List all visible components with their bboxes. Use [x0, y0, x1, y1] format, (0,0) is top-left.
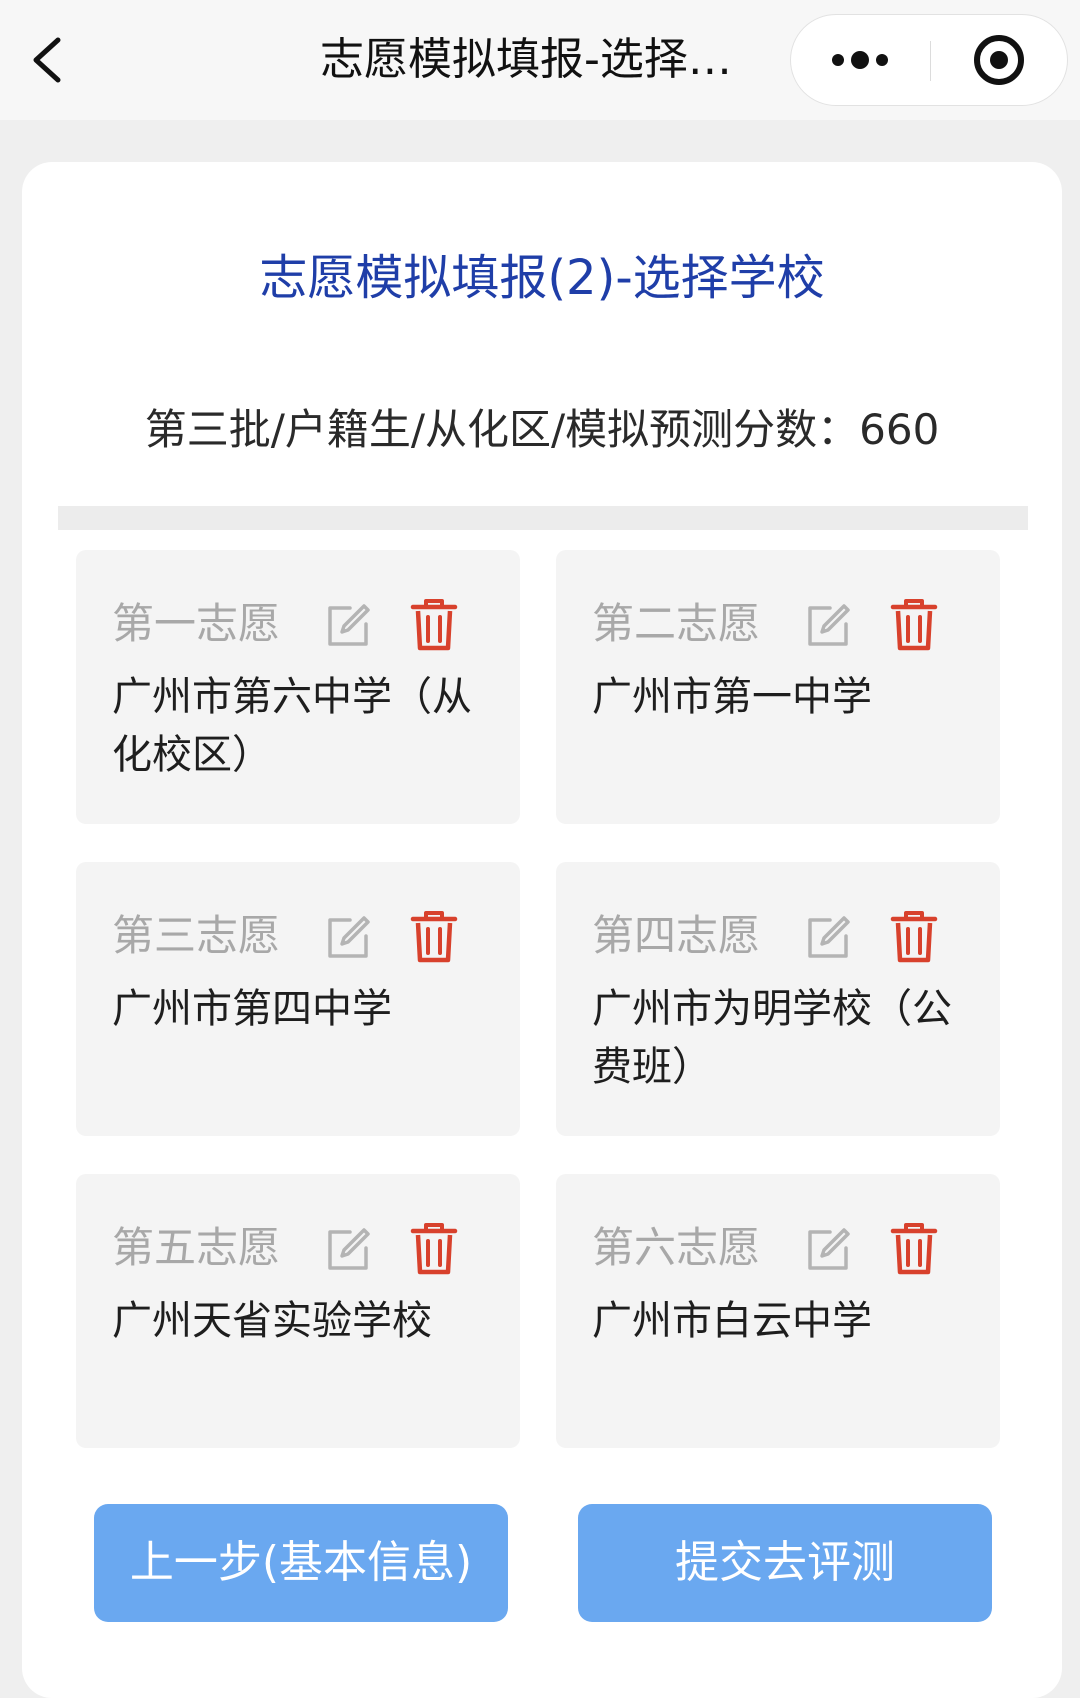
- nav-title: 志愿模拟填报-选择学校: [320, 34, 760, 85]
- school-name: 广州市第一中学: [592, 674, 872, 720]
- school-name: 广州市第四中学: [112, 986, 392, 1032]
- trash-icon: [410, 911, 458, 963]
- choice-card-2: 第二志愿 广州市第一中学: [556, 550, 1000, 824]
- school-name: 广州市第六中学（从化校区）: [112, 674, 472, 778]
- choice-header: 第一志愿: [112, 594, 512, 654]
- choice-label: 第三志愿: [112, 911, 281, 960]
- close-button[interactable]: [931, 15, 1068, 105]
- main-card: 志愿模拟填报(2)-选择学校 第三批/户籍生/从化区/模拟预测分数：660 第一…: [22, 162, 1062, 1698]
- choice-card-1: 第一志愿 广州市第六中学（从化校区）: [76, 550, 520, 824]
- delete-button[interactable]: [890, 1222, 938, 1276]
- chevron-left-icon: [33, 37, 61, 83]
- choice-label: 第六志愿: [592, 1223, 761, 1272]
- choice-header: 第三志愿: [112, 906, 512, 966]
- choice-card-5: 第五志愿 广州天省实验学校: [76, 1174, 520, 1448]
- edit-button[interactable]: [324, 1226, 372, 1274]
- school-name: 广州市为明学校（公费班）: [592, 986, 952, 1090]
- delete-button[interactable]: [890, 910, 938, 964]
- delete-button[interactable]: [410, 1222, 458, 1276]
- top-navigation-bar: 志愿模拟填报-选择学校: [0, 0, 1080, 120]
- choice-label: 第四志愿: [592, 911, 761, 960]
- edit-button[interactable]: [804, 1226, 852, 1274]
- trash-icon: [890, 1223, 938, 1275]
- edit-button[interactable]: [804, 602, 852, 650]
- trash-icon: [410, 599, 458, 651]
- edit-button[interactable]: [324, 914, 372, 962]
- edit-icon: [808, 1228, 850, 1270]
- choice-card-6: 第六志愿 广州市白云中学: [556, 1174, 1000, 1448]
- choice-header: 第五志愿: [112, 1218, 512, 1278]
- choice-label: 第二志愿: [592, 599, 761, 648]
- target-close-icon: [974, 35, 1024, 85]
- trash-icon: [890, 911, 938, 963]
- delete-button[interactable]: [410, 598, 458, 652]
- delete-button[interactable]: [890, 598, 938, 652]
- edit-button[interactable]: [324, 602, 372, 650]
- choice-header: 第四志愿: [592, 906, 992, 966]
- more-dots-icon: [832, 51, 888, 69]
- edit-icon: [808, 916, 850, 958]
- edit-icon: [328, 1228, 370, 1270]
- school-name: 广州市白云中学: [592, 1298, 872, 1344]
- edit-icon: [808, 604, 850, 646]
- choice-header: 第二志愿: [592, 594, 992, 654]
- submit-evaluate-button[interactable]: 提交去评测: [578, 1504, 992, 1622]
- more-button[interactable]: [791, 15, 930, 105]
- school-name: 广州天省实验学校: [112, 1298, 432, 1344]
- section-divider: [58, 506, 1028, 530]
- page-title: 志愿模拟填报(2)-选择学校: [259, 250, 825, 306]
- edit-button[interactable]: [804, 914, 852, 962]
- edit-icon: [328, 604, 370, 646]
- prev-step-button[interactable]: 上一步(基本信息): [94, 1504, 508, 1622]
- choice-card-4: 第四志愿 广州市为明学校（公费班）: [556, 862, 1000, 1136]
- back-button[interactable]: [22, 28, 82, 92]
- delete-button[interactable]: [410, 910, 458, 964]
- trash-icon: [890, 599, 938, 651]
- edit-icon: [328, 916, 370, 958]
- choice-header: 第六志愿: [592, 1218, 992, 1278]
- choice-label: 第五志愿: [112, 1223, 281, 1272]
- choice-label: 第一志愿: [112, 599, 281, 648]
- trash-icon: [410, 1223, 458, 1275]
- choice-card-3: 第三志愿 广州市第四中学: [76, 862, 520, 1136]
- mini-program-capsule: [790, 14, 1068, 106]
- batch-info-line: 第三批/户籍生/从化区/模拟预测分数：660: [144, 405, 940, 454]
